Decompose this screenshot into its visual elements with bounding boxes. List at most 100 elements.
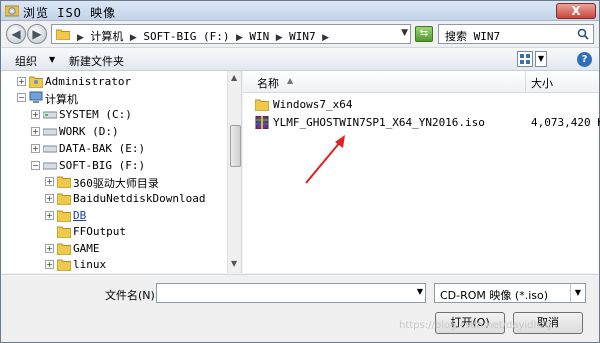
tree-item-folder[interactable]: + linux [45,257,227,273]
tree-item-label: SYSTEM (C:) [59,108,132,121]
folder-icon [57,259,71,271]
expand-plus-icon[interactable]: + [45,211,54,220]
tree-item-label: DATA-BAK (E:) [59,142,146,155]
chevron-down-icon[interactable]: ▼ [570,284,585,302]
tree-item-folder[interactable]: + 360驱动大师目录 [45,174,227,190]
organize-button[interactable]: 组织 [15,53,37,69]
chevron-down-icon: ▼ [537,54,545,63]
address-box[interactable]: ▶ 计算机 ▶ SOFT-BIG (F:) ▶ WIN ▶ WIN7 ▶ ▼ [51,24,411,44]
chevron-right-icon: ▶ [77,33,84,43]
chevron-right-icon[interactable]: ▶ [322,33,329,43]
crumb-computer[interactable]: 计算机 [90,28,123,44]
expand-plus-icon[interactable]: + [31,127,40,136]
archive-icon [255,116,269,129]
tree-item-label: 360驱动大师目录 [73,177,159,190]
file-row-folder[interactable]: Windows7_x64 [255,97,595,113]
forward-button[interactable]: ▶ [27,24,47,44]
crumb-win7[interactable]: WIN7 [289,30,316,43]
expand-plus-icon[interactable]: + [45,194,54,203]
expand-plus-icon[interactable]: + [45,260,54,269]
expand-plus-icon[interactable]: + [45,177,54,186]
command-bar: 组织 ▼ 新建文件夹 ▼ ? [1,47,599,71]
file-row-iso[interactable]: YLMF_GHOSTWIN7SP1_X64_YN2016.iso 4,073,4… [255,115,600,131]
folder-icon [57,243,71,255]
tree-item-label: Administrator [45,75,132,88]
tree-item-label: SOFT-BIG (F:) [59,159,146,172]
folder-icon [57,176,71,188]
column-divider[interactable] [525,71,526,93]
window-title: 浏览 ISO 映像 [23,6,117,20]
refresh-button[interactable]: ⇆ [415,26,433,42]
tree-item-label: FFOutput [73,225,126,238]
tree-item-drive-c[interactable]: + SYSTEM (C:) [31,107,227,123]
tree-item-label: GAME [73,242,100,255]
browse-iso-dialog: 浏览 ISO 映像 X ◀ ▶ ▶ 计算机 ▶ SOFT-BIG (F:) ▶ … [0,0,600,343]
folder-icon [57,226,71,238]
crumb-soft-big[interactable]: SOFT-BIG (F:) [143,30,229,43]
scroll-down-icon[interactable]: ▼ [231,259,237,268]
view-mode-button[interactable] [517,51,533,67]
dialog-footer: 文件名(N): ▼ CD-ROM 映像 (*.iso) ▼ 打开(O) 取消 h… [1,274,599,342]
watermark: https://blog.csdn.net/dayidhzg [399,320,552,331]
drive-icon [43,162,57,170]
expand-plus-icon[interactable]: + [17,77,26,86]
help-button[interactable]: ? [577,52,592,67]
new-folder-button[interactable]: 新建文件夹 [69,53,124,69]
scroll-up-icon[interactable]: ▲ [231,73,237,82]
column-size-header[interactable]: 大小 [531,75,553,91]
collapse-minus-icon[interactable]: − [31,161,40,170]
column-name-header[interactable]: 名称 [257,75,279,91]
tree-item-drive-f[interactable]: − SOFT-BIG (F:) [31,158,227,174]
address-bar: ◀ ▶ ▶ 计算机 ▶ SOFT-BIG (F:) ▶ WIN ▶ WIN7 ▶… [1,22,599,46]
folder-icon [255,99,269,111]
file-list: 名称 ▲ 大小 Windows7_x64 YLMF_GHOSTWIN7SP1_X… [243,71,600,273]
expand-plus-icon[interactable]: + [45,244,54,253]
expand-plus-icon[interactable]: + [31,110,40,119]
search-placeholder: 搜索 WIN7 [445,30,501,43]
filename-field[interactable]: ▼ [156,283,426,303]
collapse-minus-icon[interactable]: − [17,93,26,102]
chevron-right-icon[interactable]: ▶ [276,33,283,43]
filename-label: 文件名(N): [105,289,159,302]
drive-icon [43,128,57,136]
tree-item-label: linux [73,258,107,271]
tree-item-label: WORK (D:) [59,125,119,138]
close-button[interactable]: X [556,3,596,19]
tree-item-folder[interactable]: + GAME [45,241,227,257]
expand-plus-icon[interactable]: + [31,144,40,153]
back-button[interactable]: ◀ [6,24,26,44]
search-icon[interactable] [577,28,589,40]
help-icon: ? [581,54,588,65]
tree-item-administrator[interactable]: + Administrator [17,74,227,90]
tree-item-label: 计算机 [45,93,78,106]
file-name: YLMF_GHOSTWIN7SP1_X64_YN2016.iso [273,116,485,129]
chevron-right-icon[interactable]: ▶ [236,33,243,43]
refresh-icon: ⇆ [419,28,429,39]
tree-item-folder[interactable]: + BaiduNetdiskDownload [45,191,227,207]
tree-item-drive-d[interactable]: + WORK (D:) [31,124,227,140]
annotation-arrow [305,135,345,184]
disc-folder-icon [5,5,19,17]
file-name: Windows7_x64 [273,98,353,111]
file-type-select[interactable]: CD-ROM 映像 (*.iso) ▼ [434,283,586,303]
title-bar: 浏览 ISO 映像 X [1,1,599,21]
sort-ascending-icon: ▲ [287,76,294,85]
tree-scrollbar[interactable]: ▲ ▼ [227,71,241,273]
chevron-down-icon[interactable]: ▼ [401,28,408,38]
chevron-down-icon[interactable]: ▼ [417,287,423,296]
view-options-dropdown[interactable]: ▼ [535,51,547,67]
tree-item-computer[interactable]: − 计算机 [17,90,227,106]
tree-item-drive-e[interactable]: + DATA-BAK (E:) [31,141,227,157]
search-input[interactable]: 搜索 WIN7 [438,24,594,44]
computer-icon [29,91,43,103]
folder-icon [57,193,71,205]
tree-item-folder[interactable]: + DB [45,208,227,224]
crumb-win[interactable]: WIN [249,30,269,43]
forward-arrow-icon: ▶ [32,27,42,41]
tree-item-folder[interactable]: FFOutput [45,224,227,240]
scroll-thumb[interactable] [230,125,241,167]
chevron-down-icon[interactable]: ▼ [49,55,55,64]
tree-item-label: BaiduNetdiskDownload [73,192,206,205]
chevron-right-icon[interactable]: ▶ [130,33,137,43]
folder-icon [56,29,70,40]
